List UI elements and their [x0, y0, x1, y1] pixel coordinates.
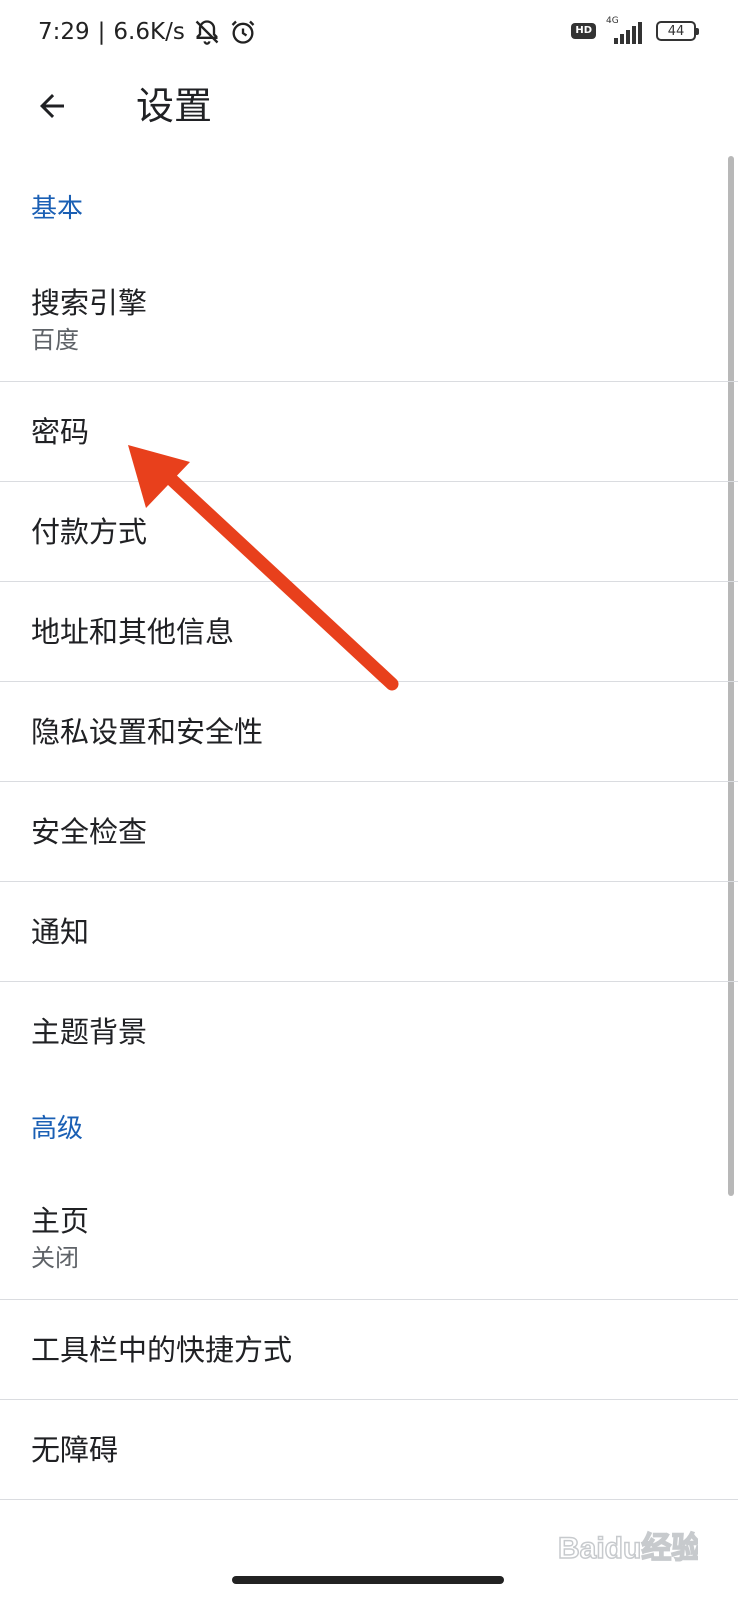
setting-item-title: 地址和其他信息: [31, 614, 235, 649]
setting-item-title: 主页: [31, 1203, 90, 1238]
section-header-advanced: 高级: [31, 1114, 84, 1144]
settings-list: 基本 搜索引擎 百度 密码 付款方式 地址和其他信息 隐私设置和安全性 安全检查…: [0, 148, 738, 1500]
status-time: 7:29: [38, 19, 90, 45]
page-title: 设置: [136, 84, 213, 128]
setting-item-addresses[interactable]: 地址和其他信息: [0, 582, 738, 682]
setting-item-payment-methods[interactable]: 付款方式: [0, 482, 738, 582]
setting-item-title: 隐私设置和安全性: [31, 714, 264, 749]
setting-item-safety-check[interactable]: 安全检查: [0, 782, 738, 882]
status-bar: 7:29 | 6.6K/s HD 4G 44: [0, 0, 738, 64]
setting-item-title: 通知: [31, 914, 90, 949]
setting-item-title: 无障碍: [31, 1432, 119, 1467]
home-indicator[interactable]: [232, 1576, 504, 1584]
setting-item-title: 密码: [31, 414, 90, 449]
setting-item-homepage[interactable]: 主页 关闭: [0, 1176, 738, 1300]
hd-badge: HD: [571, 23, 596, 39]
setting-item-subtitle: 百度: [31, 325, 79, 354]
setting-item-title: 工具栏中的快捷方式: [31, 1332, 293, 1367]
battery-level: 44: [667, 23, 685, 39]
status-left: 7:29 | 6.6K/s: [38, 18, 257, 46]
setting-item-title: 主题背景: [31, 1015, 148, 1049]
back-button[interactable]: [28, 82, 76, 130]
setting-item-title: 安全检查: [31, 814, 148, 849]
setting-item-title: 搜索引擎: [31, 285, 148, 320]
setting-item-toolbar-shortcut[interactable]: 工具栏中的快捷方式: [0, 1300, 738, 1400]
app-bar: 设置: [0, 64, 738, 148]
back-arrow-icon: [40, 94, 64, 118]
mute-notification-icon: [193, 18, 221, 46]
signal-icon: 4G: [606, 16, 646, 44]
setting-item-notifications[interactable]: 通知: [0, 882, 738, 982]
watermark-logo: Baidu经验: [558, 1524, 698, 1572]
setting-item-title: 付款方式: [31, 514, 148, 549]
setting-item-subtitle: 关闭: [31, 1243, 79, 1272]
setting-item-passwords[interactable]: 密码: [0, 382, 738, 482]
section-header-basic: 基本: [31, 194, 84, 224]
status-separator: |: [97, 19, 106, 45]
status-right: HD 4G 44: [571, 16, 699, 44]
status-net-speed: 6.6K/s: [113, 19, 185, 45]
setting-item-privacy-security[interactable]: 隐私设置和安全性: [0, 682, 738, 782]
svg-text:Baidu经验: Baidu经验: [558, 1531, 698, 1565]
setting-item-accessibility[interactable]: 无障碍: [0, 1400, 738, 1500]
setting-item-search-engine[interactable]: 搜索引擎 百度: [0, 258, 738, 382]
setting-item-theme[interactable]: 主题背景: [0, 982, 738, 1082]
battery-icon: 44: [656, 21, 699, 41]
alarm-icon: [229, 18, 257, 46]
